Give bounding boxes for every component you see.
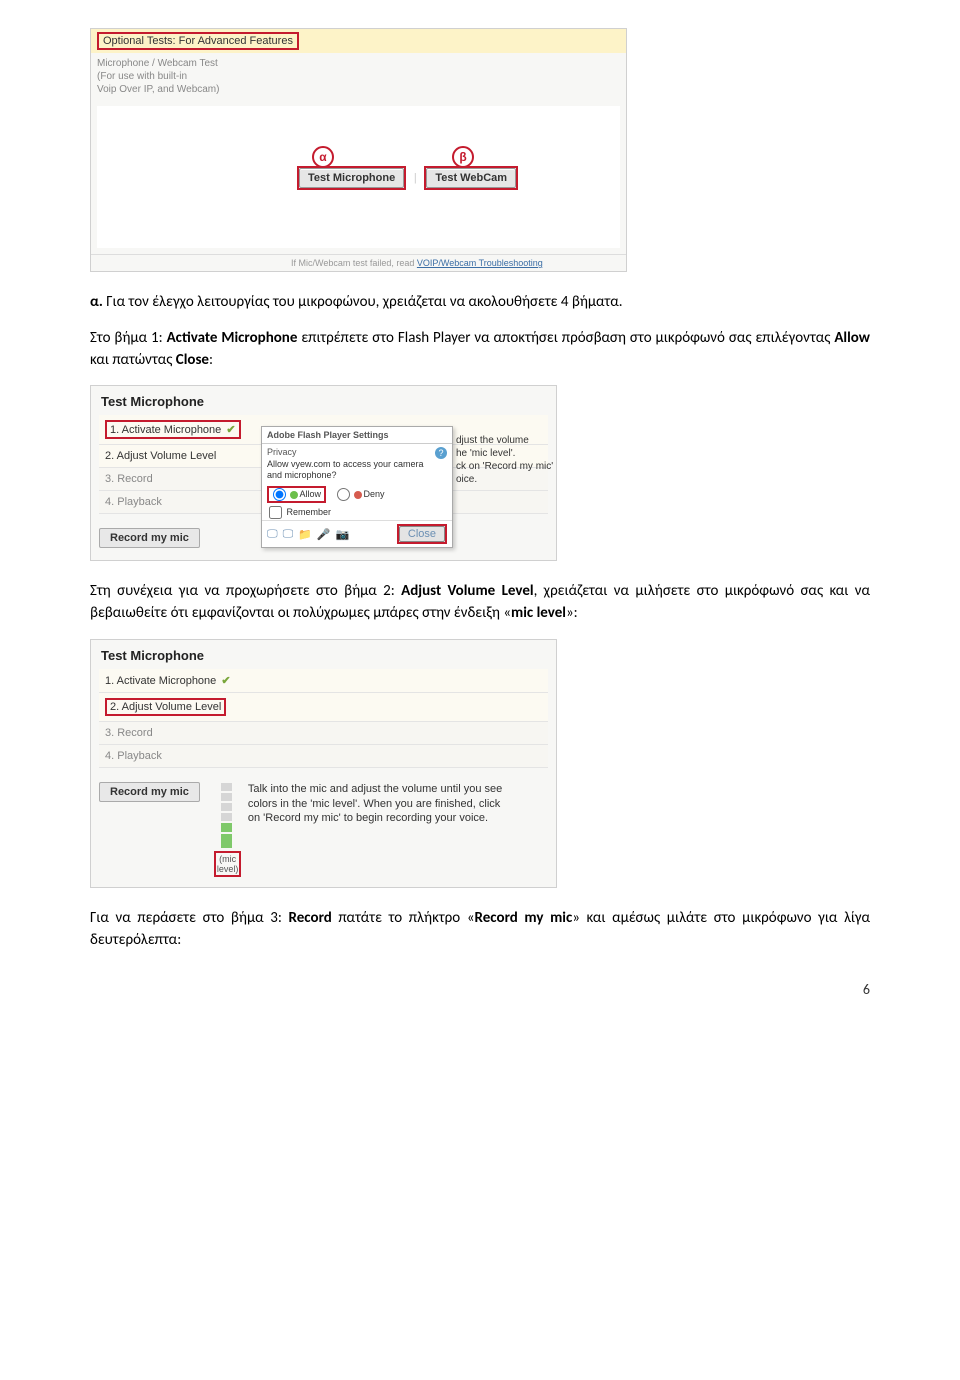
remember-label: Remember — [287, 507, 332, 517]
test-webcam-button[interactable]: Test WebCam — [426, 168, 516, 188]
allow-option-wrap: Allow — [267, 486, 326, 503]
para-text: και πατώντας — [90, 351, 176, 369]
feature-description: Microphone / Webcam Test (For use with b… — [91, 53, 626, 100]
para-prefix: α. — [90, 293, 103, 311]
check-icon: ✔ — [226, 424, 235, 436]
privacy-label: Privacy — [267, 447, 447, 458]
term-adjust-volume: Adjust Volume Level — [401, 582, 533, 600]
divider: | — [409, 172, 421, 184]
camera-tab-icon[interactable]: 📷 — [336, 528, 350, 541]
remember-row: Remember — [262, 505, 452, 520]
dialog-question: Allow vyew.com to access your camera and… — [267, 459, 447, 482]
allow-radio-input[interactable] — [273, 488, 286, 501]
desc-line: Microphone / Webcam Test — [97, 57, 620, 70]
mic-level-meter: (mic level) — [214, 780, 240, 877]
step-label: 2. Adjust Volume Level — [110, 701, 221, 713]
level-segment — [221, 793, 232, 801]
dialog-tabs: 🖵 🖵 📁 🎤 📷 Close — [262, 520, 452, 547]
record-my-mic-button[interactable]: Record my mic — [99, 782, 200, 802]
para-text: »: — [566, 604, 578, 622]
allow-label: Allow — [300, 489, 322, 499]
footnote-text: If Mic/Webcam test failed, read — [291, 258, 417, 268]
desc-line: (For use with built-in — [97, 70, 620, 83]
close-button-wrap: Close — [397, 524, 447, 544]
mic-level-label: (mic level) — [214, 851, 242, 877]
tab-header: Optional Tests: For Advanced Features — [91, 29, 626, 53]
dialog-header: Adobe Flash Player Settings — [262, 427, 452, 444]
test-microphone-button[interactable]: Test Microphone — [299, 168, 404, 188]
level-segment-active — [221, 823, 232, 832]
para-alpha: α. Για τον έλεγχο λειτουργίας του μικροφ… — [90, 292, 870, 314]
level-segment-active — [221, 834, 232, 848]
marker-alpha: α — [312, 146, 334, 168]
para-text: Για να περάσετε στο βήμα 3: — [90, 909, 289, 927]
screenshot-activate-mic: Test Microphone 1. Activate Microphone ✔… — [90, 385, 557, 561]
mic-tab-icon[interactable]: 🎤 — [317, 528, 331, 541]
deny-label: Deny — [364, 489, 385, 499]
red-dot-icon — [354, 491, 362, 499]
test-microphone-button-box: Test Microphone — [297, 166, 406, 190]
term-record-my-mic: Record my mic — [475, 909, 573, 927]
term-close: Close — [176, 351, 209, 369]
deny-radio-input[interactable] — [337, 488, 350, 501]
para-text: : — [209, 351, 213, 369]
allow-radio[interactable]: Allow — [272, 489, 321, 499]
storage-tab-icon[interactable]: 📁 — [298, 528, 312, 541]
step-2[interactable]: 2. Adjust Volume Level — [99, 693, 548, 722]
partial-instruction-text: djust the volume he 'mic level'. ck on '… — [456, 434, 556, 486]
step-label: 1. Activate Microphone — [105, 675, 216, 687]
screenshot-optional-tests: Optional Tests: For Advanced Features Mi… — [90, 28, 627, 272]
para-step2: Στη συνέχεια για να προχωρήσετε στο βήμα… — [90, 581, 870, 625]
step-1[interactable]: 1. Activate Microphone ✔ — [99, 669, 548, 693]
para-text: Για τον έλεγχο λειτουργίας του μικροφώνο… — [103, 293, 623, 311]
remember-checkbox-input[interactable] — [269, 506, 282, 519]
para-step3: Για να περάσετε στο βήμα 3: Record πατάτ… — [90, 908, 870, 952]
para-text: πατάτε το πλήκτρο « — [332, 909, 475, 927]
para-text: Στο βήμα 1: — [90, 329, 167, 347]
flash-settings-dialog: Adobe Flash Player Settings ? Privacy Al… — [261, 426, 453, 548]
desc-line: Voip Over IP, and Webcam) — [97, 83, 620, 96]
radio-row: Allow Deny — [262, 484, 452, 505]
page-number: 6 — [90, 981, 870, 998]
term-record: Record — [289, 909, 332, 927]
para-step1: Στο βήμα 1: Activate Microphone επιτρέπε… — [90, 328, 870, 372]
record-my-mic-button[interactable]: Record my mic — [99, 528, 200, 548]
remember-checkbox[interactable]: Remember — [267, 507, 331, 517]
para-text: Στη συνέχεια για να προχωρήσετε στο βήμα… — [90, 582, 401, 600]
instruction-text: Talk into the mic and adjust the volume … — [248, 776, 513, 827]
panel-title: Test Microphone — [91, 386, 556, 415]
step-list: 1. Activate Microphone ✔ 2. Adjust Volum… — [91, 669, 556, 776]
test-webcam-button-box: Test WebCam — [424, 166, 518, 190]
deny-radio[interactable]: Deny — [336, 488, 385, 501]
term-mic-level: mic level — [511, 604, 566, 622]
troubleshoot-link[interactable]: VOIP/Webcam Troubleshooting — [417, 258, 543, 268]
level-segment — [221, 783, 232, 791]
display-tab-icon[interactable]: 🖵 — [267, 528, 278, 541]
step-label: 1. Activate Microphone — [110, 424, 221, 436]
para-text: επιτρέπετε στο Flash Player να αποκτήσει… — [297, 329, 834, 347]
privacy-tab-icon[interactable]: 🖵 — [283, 528, 294, 541]
troubleshoot-footnote: If Mic/Webcam test failed, read VOIP/Web… — [91, 254, 626, 271]
step-3: 3. Record — [99, 722, 548, 745]
green-dot-icon — [290, 491, 298, 499]
test-area: α β Test Microphone | Test WebCam — [97, 106, 620, 248]
level-segment — [221, 813, 232, 821]
step-4: 4. Playback — [99, 745, 548, 768]
tab-optional-tests[interactable]: Optional Tests: For Advanced Features — [97, 32, 299, 50]
close-button[interactable]: Close — [399, 526, 445, 542]
check-icon: ✔ — [221, 675, 230, 687]
panel-title: Test Microphone — [91, 640, 556, 669]
level-segment — [221, 803, 232, 811]
term-allow: Allow — [834, 329, 870, 347]
dialog-body: ? Privacy Allow vyew.com to access your … — [262, 444, 452, 484]
screenshot-adjust-volume: Test Microphone 1. Activate Microphone ✔… — [90, 639, 557, 888]
term-activate-microphone: Activate Microphone — [167, 329, 298, 347]
marker-beta: β — [452, 146, 474, 168]
